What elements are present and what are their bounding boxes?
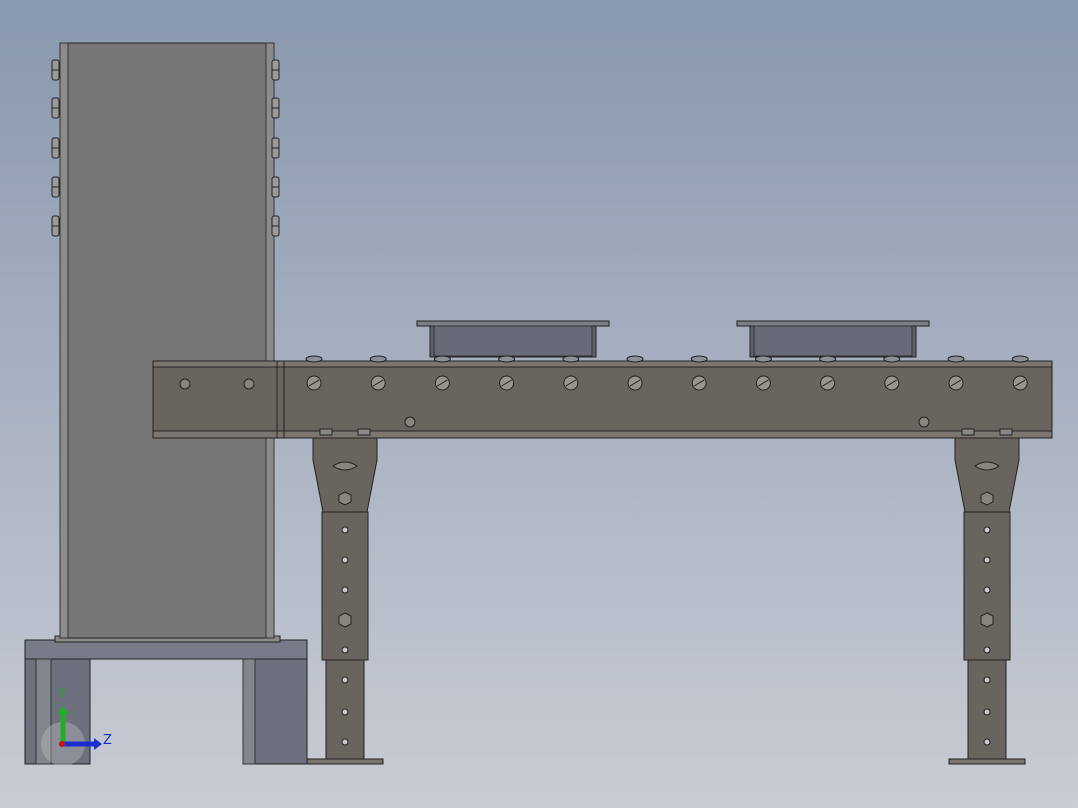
conveyor-frame [152, 355, 1053, 439]
leg-left [306, 428, 384, 765]
tower-column [51, 42, 281, 643]
bolt-icon [51, 176, 60, 198]
bolt-icon [271, 137, 280, 159]
bolt-icon [271, 176, 280, 198]
tray-right [736, 320, 930, 358]
bolt-icon [51, 137, 60, 159]
bolt-icon [51, 59, 60, 81]
bolt-icon [51, 215, 60, 237]
bolt-icon [51, 97, 60, 119]
leg-right [948, 428, 1026, 765]
x-axis-dot [59, 741, 65, 747]
bolt-icon [271, 59, 280, 81]
tray-left [416, 320, 610, 358]
z-axis-label: Z [103, 733, 112, 748]
bolt-icon [271, 215, 280, 237]
y-axis-label: Y [57, 687, 66, 702]
cad-viewport[interactable]: Y Z [0, 0, 1078, 808]
bolt-icon [271, 97, 280, 119]
